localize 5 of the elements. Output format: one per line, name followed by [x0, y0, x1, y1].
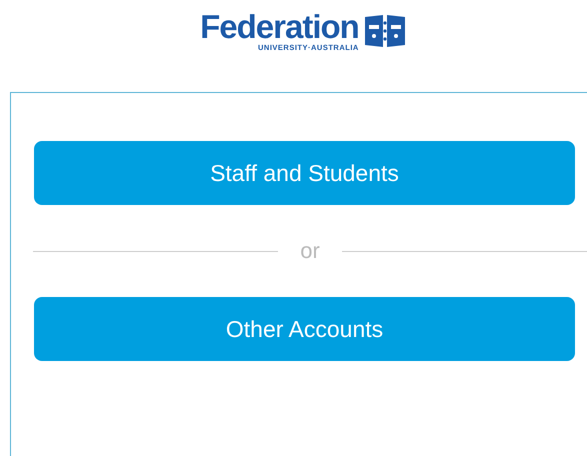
staff-students-button[interactable]: Staff and Students [34, 141, 575, 205]
other-accounts-button[interactable]: Other Accounts [34, 297, 575, 361]
or-divider-text: or [300, 239, 320, 263]
logo-wordmark: Federation [200, 10, 359, 42]
logo-emblem-icon [362, 13, 407, 49]
